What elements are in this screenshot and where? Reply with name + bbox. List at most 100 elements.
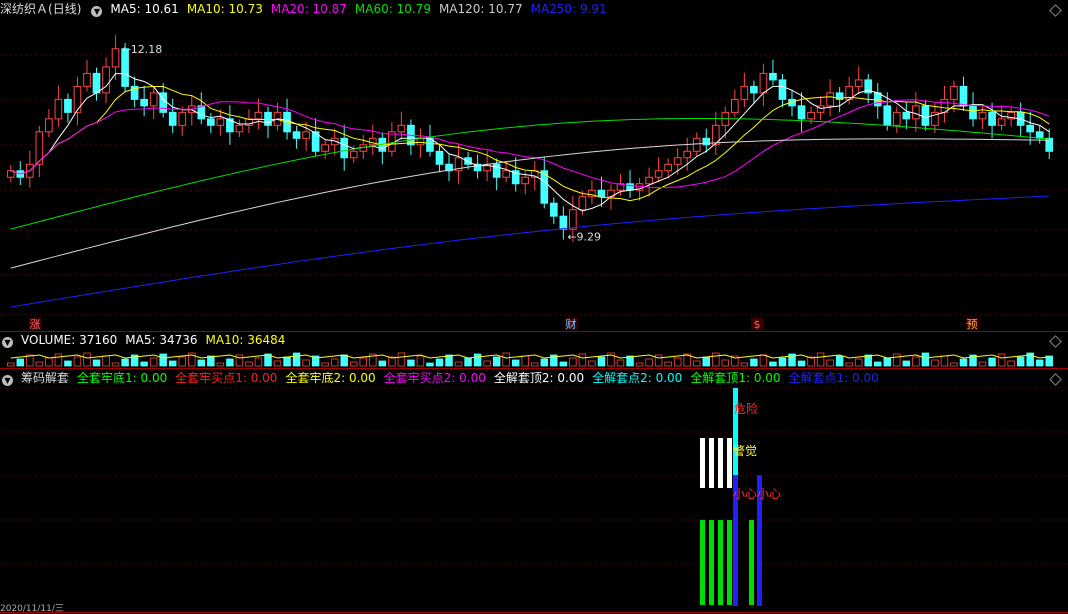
volume-bar [816,352,825,367]
volume-bar [454,361,463,367]
volume-bar [902,360,911,367]
candle-body [740,85,749,100]
volume-bar [397,352,406,367]
volume-bar [750,358,758,367]
volume-bar [102,355,110,367]
volume-bar [35,361,44,367]
candle-body [140,98,148,107]
volume-bar [635,362,644,367]
volume-bar [83,352,91,367]
candle-body [197,105,206,120]
volume-bar [978,361,987,367]
candle-body [959,85,968,107]
volume-bar [178,356,186,367]
volume-bar [64,360,72,367]
candle-body [578,196,587,211]
candle-body [64,98,72,113]
candle-body [464,157,472,165]
volume-bar [797,360,806,367]
volume-bar [7,362,15,367]
candle-body [111,48,120,68]
volume-bar [921,352,930,367]
volume-bar [997,353,1006,367]
volume-bar [321,362,329,367]
indicator-bar-green [709,520,714,605]
volume-bar [140,361,148,367]
candle-body [664,163,672,172]
candle-body [216,118,225,126]
candle-body [978,111,987,120]
volume-bar [216,362,225,367]
candle-body [54,98,63,120]
candle-body [549,202,558,217]
candle-body [673,157,682,165]
volume-bar [826,359,834,367]
candle-body [416,137,425,146]
volume-bar [149,357,158,367]
indicator-annotation-1: 警觉 [733,443,757,458]
candle-body [883,105,892,126]
volume-bar [769,361,777,367]
candle-body [292,131,301,139]
candle-body [969,105,977,120]
volume-bar [416,355,425,367]
volume-bar [350,361,358,367]
candle-body [854,79,863,87]
candle-body [759,72,768,94]
volume-bar [245,361,253,367]
volume-bar [912,356,920,367]
candle-body [807,111,815,120]
volume-bar [588,360,596,367]
volume-bar [292,352,301,367]
candle-body [1035,131,1044,139]
volume-bar [845,362,853,367]
volume-bar [664,361,672,367]
volume-bar [340,354,348,367]
candle-body [731,98,739,113]
volume-bar [931,359,939,367]
candle-body [235,124,244,133]
indicator-annotation-0: 危险 [734,401,758,416]
volume-bar [654,354,663,367]
volume-bar [540,358,549,367]
volume-bar [121,358,129,367]
volume-bar [835,355,844,367]
volume-bar [673,357,682,367]
volume-bar [492,356,501,367]
candle-body [559,215,568,230]
volume-bar [569,357,577,367]
volume-bar [692,360,701,367]
candle-body [102,66,110,94]
event-marker-0: 涨 [30,318,41,331]
volume-bar [759,354,768,367]
volume-bar [302,359,310,367]
bottom-date: 2020/11/11/三 [0,604,64,614]
candle-body [826,92,834,107]
volume-bar [778,357,787,367]
kline-chart[interactable]: ←12.18 ←9.29 涨 财 $ 预危险警觉小心 小心 [0,0,1068,614]
volume-bar [111,362,120,367]
candle-body [778,79,787,100]
volume-bar [950,362,958,367]
volume-bar [959,358,968,367]
volume-bar [435,358,444,367]
volume-bar [92,359,101,367]
volume-bar [16,358,25,367]
indicator-bar-green [749,520,754,605]
volume-bar [502,352,510,367]
candle-body [692,137,701,152]
volume-bar [45,357,53,367]
indicator-bar-white [727,438,732,488]
volume-bar [712,352,720,367]
volume-bar [283,356,291,367]
volume-bar [473,353,482,367]
candle-body [750,85,758,94]
indicator-bar-white [709,438,714,488]
volume-bar [1016,356,1025,367]
candle-body [254,111,263,120]
volume-bar [254,357,263,367]
candle-body [521,176,530,185]
candle-body [1026,124,1035,133]
candle-body [902,111,911,120]
volume-bar [645,358,653,367]
